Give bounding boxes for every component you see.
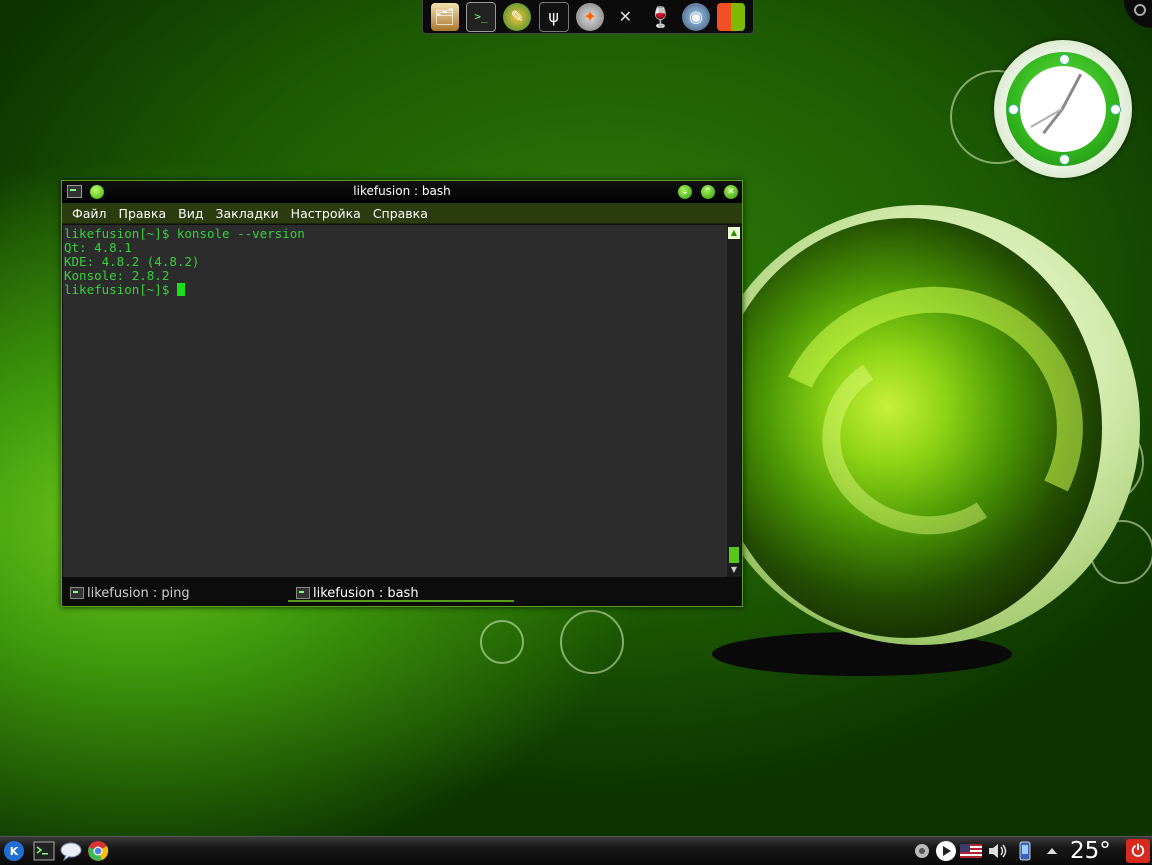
konsole-window: likefusion : bash ⌄ ⌃ ✕ Файл Правка Вид … [61, 180, 743, 607]
wallpaper-flower [480, 620, 524, 664]
terminal-icon[interactable]: >_ [465, 1, 496, 32]
network-icon[interactable] [910, 840, 934, 862]
terminal-scrollbar[interactable]: ▲ ▼ [727, 225, 741, 577]
wine-icon[interactable]: 🍷 [647, 3, 675, 31]
menu-file[interactable]: Файл [66, 206, 113, 221]
tab-label: likefusion : bash [313, 585, 419, 601]
terminal-line: KDE: 4.8.2 (4.8.2) [64, 254, 200, 269]
volume-icon[interactable] [986, 840, 1010, 862]
clock-face [1006, 52, 1121, 166]
desktop-toolbox-button[interactable] [1124, 0, 1152, 28]
window-title: likefusion : bash [353, 184, 451, 198]
chrome-icon[interactable] [86, 840, 110, 862]
terminal-prompt: likefusion[~]$ [64, 282, 177, 297]
webcam-icon[interactable]: ◉ [681, 2, 710, 31]
terminal-output[interactable]: likefusion[~]$ konsole --version Qt: 4.8… [63, 225, 727, 577]
terminal-line: Konsole: 2.8.2 [64, 268, 170, 283]
usb-icon[interactable]: ψ [538, 1, 569, 32]
scroll-down-arrow[interactable]: ▼ [728, 564, 740, 576]
svg-text:K: K [10, 845, 19, 858]
window-titlebar[interactable]: likefusion : bash ⌄ ⌃ ✕ [62, 181, 742, 203]
paint-icon[interactable]: ✎ [503, 2, 532, 31]
tray-expand-icon[interactable] [1040, 840, 1064, 862]
terminal-line: likefusion[~]$ konsole --version [64, 226, 305, 241]
media-play-icon[interactable] [934, 840, 958, 862]
maximize-button[interactable]: ⌃ [701, 185, 715, 199]
us-flag-icon[interactable] [959, 840, 983, 862]
files-icon[interactable]: 🗂 [430, 2, 459, 31]
terminal-prompt-line[interactable]: likefusion[~]$ [64, 283, 727, 297]
terminal-line: Qt: 4.8.1 [64, 240, 132, 255]
wallpaper-flower [560, 610, 624, 674]
scrollbar-thumb[interactable] [729, 547, 739, 563]
terminal-cursor [176, 283, 185, 296]
close-button[interactable]: ✕ [724, 185, 738, 199]
clock-widget[interactable] [994, 40, 1132, 178]
top-launcher: 🗂 >_ ✎ ψ ✦ ✕ 🍷 ◉ [422, 0, 754, 34]
menu-view[interactable]: Вид [172, 206, 209, 221]
chat-icon[interactable] [59, 840, 83, 862]
power-button[interactable]: ⏻ [1126, 839, 1150, 863]
menu-settings[interactable]: Настройка [285, 206, 367, 221]
menu-bookmarks[interactable]: Закладки [209, 206, 284, 221]
menu-help[interactable]: Справка [367, 206, 434, 221]
toolbox-icon [1134, 4, 1146, 16]
kde-menu-icon[interactable]: K [2, 840, 26, 862]
active-tab-indicator [288, 600, 514, 602]
taskbar: K 25° ⏻ [0, 836, 1152, 865]
terminal-tab-icon [296, 587, 310, 599]
phone-icon[interactable] [1013, 840, 1037, 862]
satellite-icon[interactable]: ✕ [611, 3, 639, 31]
green-orb [712, 218, 1102, 638]
terminal-tab-icon [70, 587, 84, 599]
weather-temperature[interactable]: 25° [1070, 837, 1111, 865]
scroll-up-arrow[interactable]: ▲ [728, 227, 740, 239]
session-tabbar: likefusion : ping likefusion : bash [62, 577, 742, 606]
menubar: Файл Правка Вид Закладки Настройка Справ… [62, 203, 742, 224]
windows-icon[interactable] [717, 2, 746, 31]
terminal-icon[interactable] [32, 840, 56, 862]
cd-burn-icon[interactable]: ✦ [575, 2, 604, 31]
tab-ping[interactable]: likefusion : ping [70, 582, 190, 604]
menu-edit[interactable]: Правка [113, 206, 173, 221]
minimize-button[interactable]: ⌄ [678, 185, 692, 199]
tab-label: likefusion : ping [87, 585, 190, 601]
